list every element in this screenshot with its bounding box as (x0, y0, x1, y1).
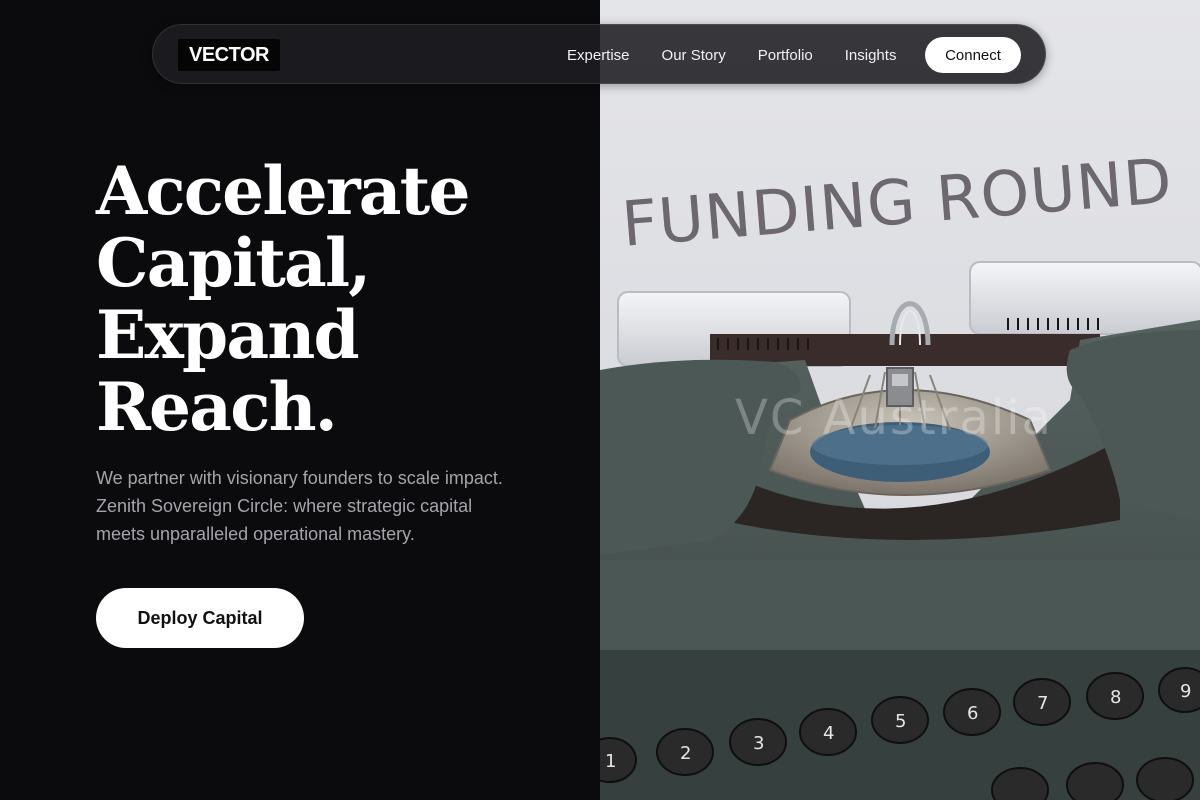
logo[interactable]: VECTOR (178, 39, 280, 71)
hero-title: Accelerate Capital, Expand Reach. (96, 152, 470, 446)
svg-text:4: 4 (823, 723, 834, 744)
svg-text:8: 8 (1110, 687, 1121, 708)
svg-text:1: 1 (605, 751, 616, 772)
nav-links: Expertise Our Story Portfolio Insights (567, 25, 896, 85)
svg-text:5: 5 (895, 711, 906, 732)
hero-image-panel: 1 2 3 4 5 6 7 8 9 FUNDING ROUND VC Austr… (600, 0, 1200, 800)
hero-title-line: Accelerate (96, 152, 470, 230)
hero-title-line: Capital, (96, 224, 371, 302)
nav-link-insights[interactable]: Insights (845, 47, 897, 64)
connect-button[interactable]: Connect (925, 37, 1021, 73)
hero-title-line: Reach. (96, 368, 338, 446)
svg-text:7: 7 (1037, 693, 1048, 714)
svg-text:2: 2 (680, 743, 691, 764)
photo-watermark: VC Australia (735, 390, 1053, 446)
svg-text:9: 9 (1180, 681, 1191, 702)
nav-link-portfolio[interactable]: Portfolio (758, 47, 813, 64)
svg-text:6: 6 (967, 703, 978, 724)
svg-text:3: 3 (753, 733, 764, 754)
hero-left-panel: Accelerate Capital, Expand Reach. We par… (0, 0, 600, 800)
nav-link-expertise[interactable]: Expertise (567, 47, 630, 64)
hero-title-line: Expand (96, 296, 360, 374)
deploy-capital-button[interactable]: Deploy Capital (96, 588, 304, 648)
hero-subtitle: We partner with visionary founders to sc… (96, 468, 503, 544)
nav-link-our-story[interactable]: Our Story (662, 47, 726, 64)
top-nav: VECTOR Expertise Our Story Portfolio Ins… (152, 24, 1046, 84)
